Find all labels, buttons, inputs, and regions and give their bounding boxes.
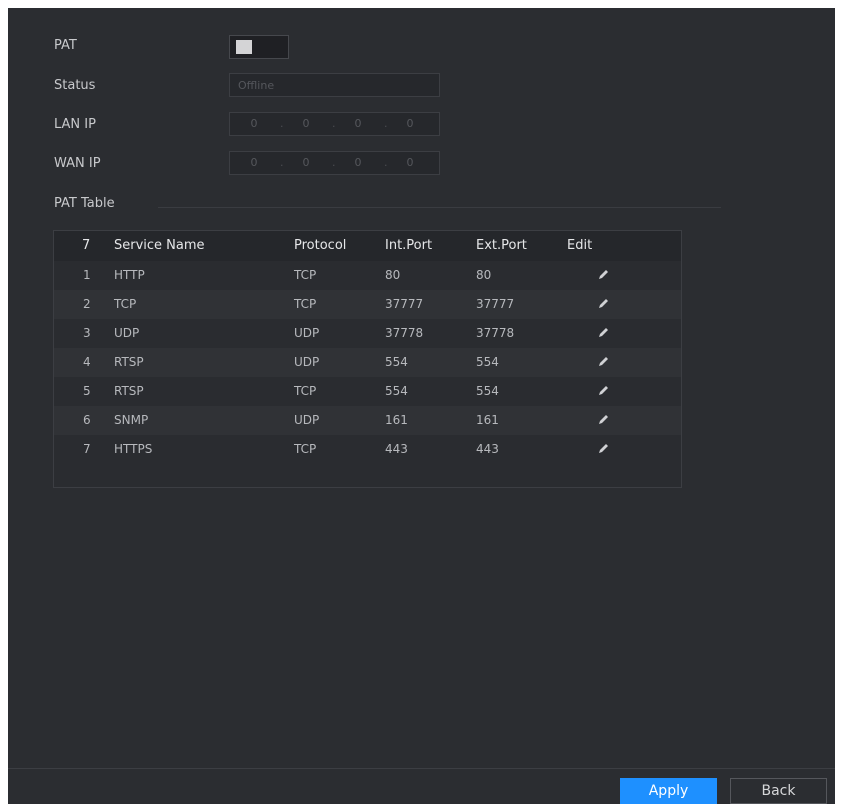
pencil-icon[interactable] bbox=[596, 268, 610, 282]
table-row[interactable]: 4 RTSP UDP 554 554 bbox=[54, 348, 681, 377]
row-service: SNMP bbox=[114, 413, 149, 427]
status-field: Offline bbox=[229, 73, 440, 97]
ip-dot: . bbox=[280, 156, 284, 169]
row-int-port: 443 bbox=[385, 442, 408, 456]
table-row[interactable]: 2 TCP TCP 37777 37777 bbox=[54, 290, 681, 319]
wan-ip-octet-3[interactable]: 0 bbox=[337, 156, 379, 169]
pencil-icon[interactable] bbox=[596, 326, 610, 340]
row-ext-port: 554 bbox=[476, 355, 499, 369]
wan-ip-octet-1[interactable]: 0 bbox=[233, 156, 275, 169]
row-number: 4 bbox=[83, 355, 91, 369]
table-header: 7 Service Name Protocol Int.Port Ext.Por… bbox=[54, 231, 681, 261]
ip-dot: . bbox=[332, 156, 336, 169]
row-service: HTTP bbox=[114, 268, 145, 282]
settings-panel: PAT Status Offline LAN IP 0 . 0 . 0 . 0 … bbox=[8, 8, 835, 804]
lan-ip-octet-2[interactable]: 0 bbox=[285, 117, 327, 130]
row-protocol: TCP bbox=[294, 268, 317, 282]
ip-dot: . bbox=[384, 156, 388, 169]
pencil-icon[interactable] bbox=[596, 355, 610, 369]
pat-table: 7 Service Name Protocol Int.Port Ext.Por… bbox=[53, 230, 682, 488]
header-int-port: Int.Port bbox=[385, 238, 433, 253]
pencil-icon[interactable] bbox=[596, 384, 610, 398]
pat-toggle[interactable] bbox=[229, 35, 289, 59]
table-row[interactable]: 7 HTTPS TCP 443 443 bbox=[54, 435, 681, 464]
wan-ip-label: WAN IP bbox=[54, 156, 101, 171]
wan-ip-octet-4[interactable]: 0 bbox=[389, 156, 431, 169]
table-row[interactable]: 6 SNMP UDP 161 161 bbox=[54, 406, 681, 435]
pencil-icon[interactable] bbox=[596, 442, 610, 456]
lan-ip-label: LAN IP bbox=[54, 117, 96, 132]
row-ext-port: 443 bbox=[476, 442, 499, 456]
row-service: TCP bbox=[114, 297, 137, 311]
header-ext-port: Ext.Port bbox=[476, 238, 527, 253]
header-protocol: Protocol bbox=[294, 238, 347, 253]
table-row[interactable]: 5 RTSP TCP 554 554 bbox=[54, 377, 681, 406]
status-label: Status bbox=[54, 78, 96, 93]
section-divider bbox=[158, 207, 721, 208]
row-int-port: 161 bbox=[385, 413, 408, 427]
footer-bar: Apply Back bbox=[8, 768, 835, 804]
row-service: RTSP bbox=[114, 384, 144, 398]
row-protocol: UDP bbox=[294, 413, 320, 427]
row-ext-port: 80 bbox=[476, 268, 492, 282]
lan-ip-input[interactable]: 0 . 0 . 0 . 0 bbox=[229, 112, 440, 136]
row-int-port: 37777 bbox=[385, 297, 424, 311]
row-int-port: 554 bbox=[385, 355, 408, 369]
row-number: 7 bbox=[83, 442, 91, 456]
row-number: 1 bbox=[83, 268, 91, 282]
table-row[interactable]: 1 HTTP TCP 80 80 bbox=[54, 261, 681, 290]
lan-ip-octet-3[interactable]: 0 bbox=[337, 117, 379, 130]
apply-button[interactable]: Apply bbox=[620, 778, 717, 804]
row-number: 5 bbox=[83, 384, 91, 398]
row-number: 2 bbox=[83, 297, 91, 311]
status-value: Offline bbox=[238, 79, 275, 92]
lan-ip-octet-4[interactable]: 0 bbox=[389, 117, 431, 130]
header-edit: Edit bbox=[567, 238, 593, 253]
toggle-knob bbox=[236, 40, 252, 54]
wan-ip-input[interactable]: 0 . 0 . 0 . 0 bbox=[229, 151, 440, 175]
row-int-port: 80 bbox=[385, 268, 401, 282]
row-int-port: 37778 bbox=[385, 326, 424, 340]
lan-ip-octet-1[interactable]: 0 bbox=[233, 117, 275, 130]
table-row[interactable]: 3 UDP UDP 37778 37778 bbox=[54, 319, 681, 348]
pencil-icon[interactable] bbox=[596, 413, 610, 427]
ip-dot: . bbox=[384, 117, 388, 130]
pat-table-title: PAT Table bbox=[54, 196, 115, 211]
ip-dot: . bbox=[332, 117, 336, 130]
row-ext-port: 554 bbox=[476, 384, 499, 398]
row-service: RTSP bbox=[114, 355, 144, 369]
row-service: HTTPS bbox=[114, 442, 153, 456]
row-protocol: TCP bbox=[294, 384, 317, 398]
row-protocol: UDP bbox=[294, 326, 320, 340]
row-number: 3 bbox=[83, 326, 91, 340]
row-ext-port: 37778 bbox=[476, 326, 515, 340]
row-protocol: TCP bbox=[294, 297, 317, 311]
wan-ip-octet-2[interactable]: 0 bbox=[285, 156, 327, 169]
pat-label: PAT bbox=[54, 38, 77, 53]
back-button[interactable]: Back bbox=[730, 778, 827, 804]
header-count: 7 bbox=[82, 238, 91, 253]
row-ext-port: 161 bbox=[476, 413, 499, 427]
row-protocol: TCP bbox=[294, 442, 317, 456]
header-service-name: Service Name bbox=[114, 238, 205, 253]
row-service: UDP bbox=[114, 326, 140, 340]
row-number: 6 bbox=[83, 413, 91, 427]
row-ext-port: 37777 bbox=[476, 297, 515, 311]
row-protocol: UDP bbox=[294, 355, 320, 369]
row-int-port: 554 bbox=[385, 384, 408, 398]
pencil-icon[interactable] bbox=[596, 297, 610, 311]
ip-dot: . bbox=[280, 117, 284, 130]
